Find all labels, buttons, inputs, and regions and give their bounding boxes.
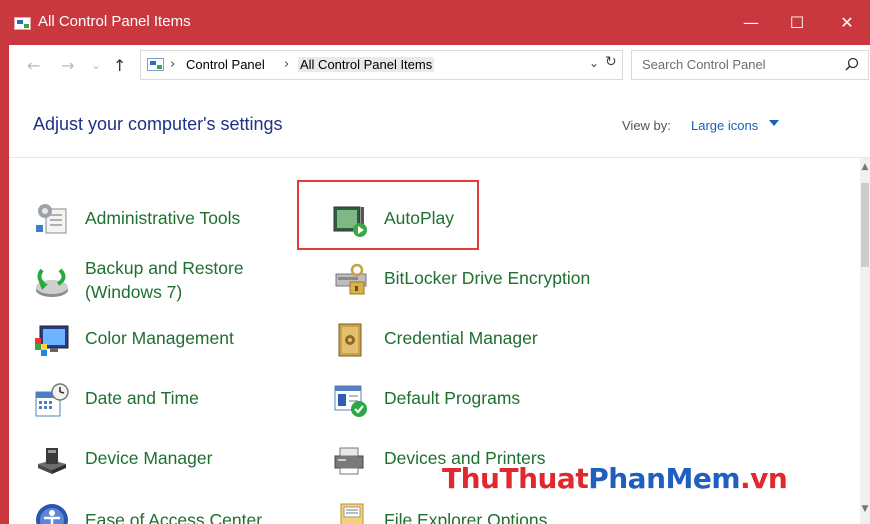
view-by-dropdown[interactable]: Large icons — [691, 118, 758, 133]
watermark-part1: ThuThuat — [442, 462, 589, 495]
item-file-explorer-options[interactable]: File Explorer Options — [333, 502, 593, 524]
item-backup-and-restore[interactable]: Backup and Restore (Windows 7) — [34, 256, 294, 306]
address-dropdown-button[interactable]: ⌄ — [589, 56, 599, 70]
date-time-icon — [35, 383, 69, 417]
bitlocker-icon — [335, 263, 367, 295]
minimize-button[interactable]: — — [728, 0, 774, 45]
item-label: Device Manager — [85, 448, 213, 468]
control-panel-icon — [14, 17, 31, 30]
credential-manager-icon — [338, 323, 362, 357]
page-header: Adjust your computer's settings View by:… — [9, 87, 870, 158]
vertical-scrollbar[interactable]: ▲ ▼ — [860, 158, 870, 524]
forward-button[interactable]: → — [61, 56, 74, 75]
item-label: Administrative Tools — [85, 208, 241, 228]
ease-of-access-icon — [36, 504, 68, 524]
window-title: All Control Panel Items — [38, 13, 191, 30]
search-input[interactable]: Search Control Panel — [631, 50, 869, 80]
file-explorer-options-icon — [340, 503, 364, 524]
recent-locations-button[interactable]: ⌄ — [91, 58, 101, 72]
scroll-down-arrow-icon[interactable]: ▼ — [860, 504, 870, 514]
refresh-button[interactable]: ↻ — [605, 54, 617, 70]
item-label: Color Management — [85, 328, 234, 348]
page-title: Adjust your computer's settings — [33, 114, 283, 134]
item-credential-manager[interactable]: Credential Manager — [333, 322, 573, 362]
item-label: Date and Time — [85, 388, 199, 408]
admin-tools-icon — [36, 204, 67, 234]
title-bar[interactable]: All Control Panel Items — ☐ ✕ — [0, 0, 870, 45]
item-color-management[interactable]: Color Management — [34, 322, 274, 362]
item-label: Backup and Restore — [85, 258, 244, 278]
address-bar[interactable]: › Control Panel › All Control Panel Item… — [140, 50, 623, 80]
back-button[interactable]: ← — [27, 56, 40, 75]
close-button[interactable]: ✕ — [824, 0, 870, 45]
item-default-programs[interactable]: Default Programs — [333, 382, 573, 422]
devices-printers-icon — [334, 447, 364, 475]
backup-restore-icon — [36, 268, 68, 297]
scroll-up-arrow-icon[interactable]: ▲ — [860, 162, 870, 172]
scroll-thumb[interactable] — [861, 183, 869, 267]
item-label: Credential Manager — [384, 328, 538, 348]
item-label: File Explorer Options — [384, 510, 548, 524]
watermark-part2: PhanMem — [588, 462, 741, 495]
item-date-and-time[interactable]: Date and Time — [34, 382, 274, 422]
breadcrumb-all-items[interactable]: All Control Panel Items — [298, 57, 435, 72]
device-manager-icon — [38, 448, 66, 474]
default-programs-icon — [334, 385, 367, 417]
search-icon[interactable] — [845, 57, 859, 71]
item-label: BitLocker Drive Encryption — [384, 268, 591, 288]
item-label: Ease of Access Center — [85, 510, 263, 524]
address-row: ← → ⌄ ↑ › Control Panel › All Control Pa… — [9, 45, 870, 87]
control-panel-window: All Control Panel Items — ☐ ✕ ← → ⌄ ↑ › … — [0, 0, 870, 524]
view-by-label: View by: — [622, 118, 671, 133]
breadcrumb-control-panel[interactable]: Control Panel — [186, 57, 265, 72]
up-button[interactable]: ↑ — [113, 56, 126, 75]
chevron-down-icon[interactable] — [769, 120, 779, 126]
watermark-part3: .vn — [740, 462, 788, 495]
breadcrumb-separator: › — [284, 57, 290, 72]
maximize-button[interactable]: ☐ — [774, 0, 820, 45]
item-administrative-tools[interactable]: Administrative Tools — [34, 199, 274, 239]
breadcrumb-separator: › — [170, 57, 176, 72]
autoplay-highlight-box — [297, 180, 479, 250]
watermark: ThuThuatPhanMem.vn — [442, 462, 788, 495]
item-bitlocker-drive-encryption[interactable]: BitLocker Drive Encryption — [333, 262, 633, 302]
window-border — [0, 0, 9, 524]
item-ease-of-access-center[interactable]: Ease of Access Center — [34, 502, 294, 524]
item-device-manager[interactable]: Device Manager — [34, 442, 274, 482]
item-label-line2: (Windows 7) — [85, 282, 183, 302]
control-panel-icon — [147, 58, 164, 71]
color-management-icon — [35, 325, 69, 356]
item-label: Default Programs — [384, 388, 521, 408]
search-placeholder: Search Control Panel — [642, 57, 766, 72]
